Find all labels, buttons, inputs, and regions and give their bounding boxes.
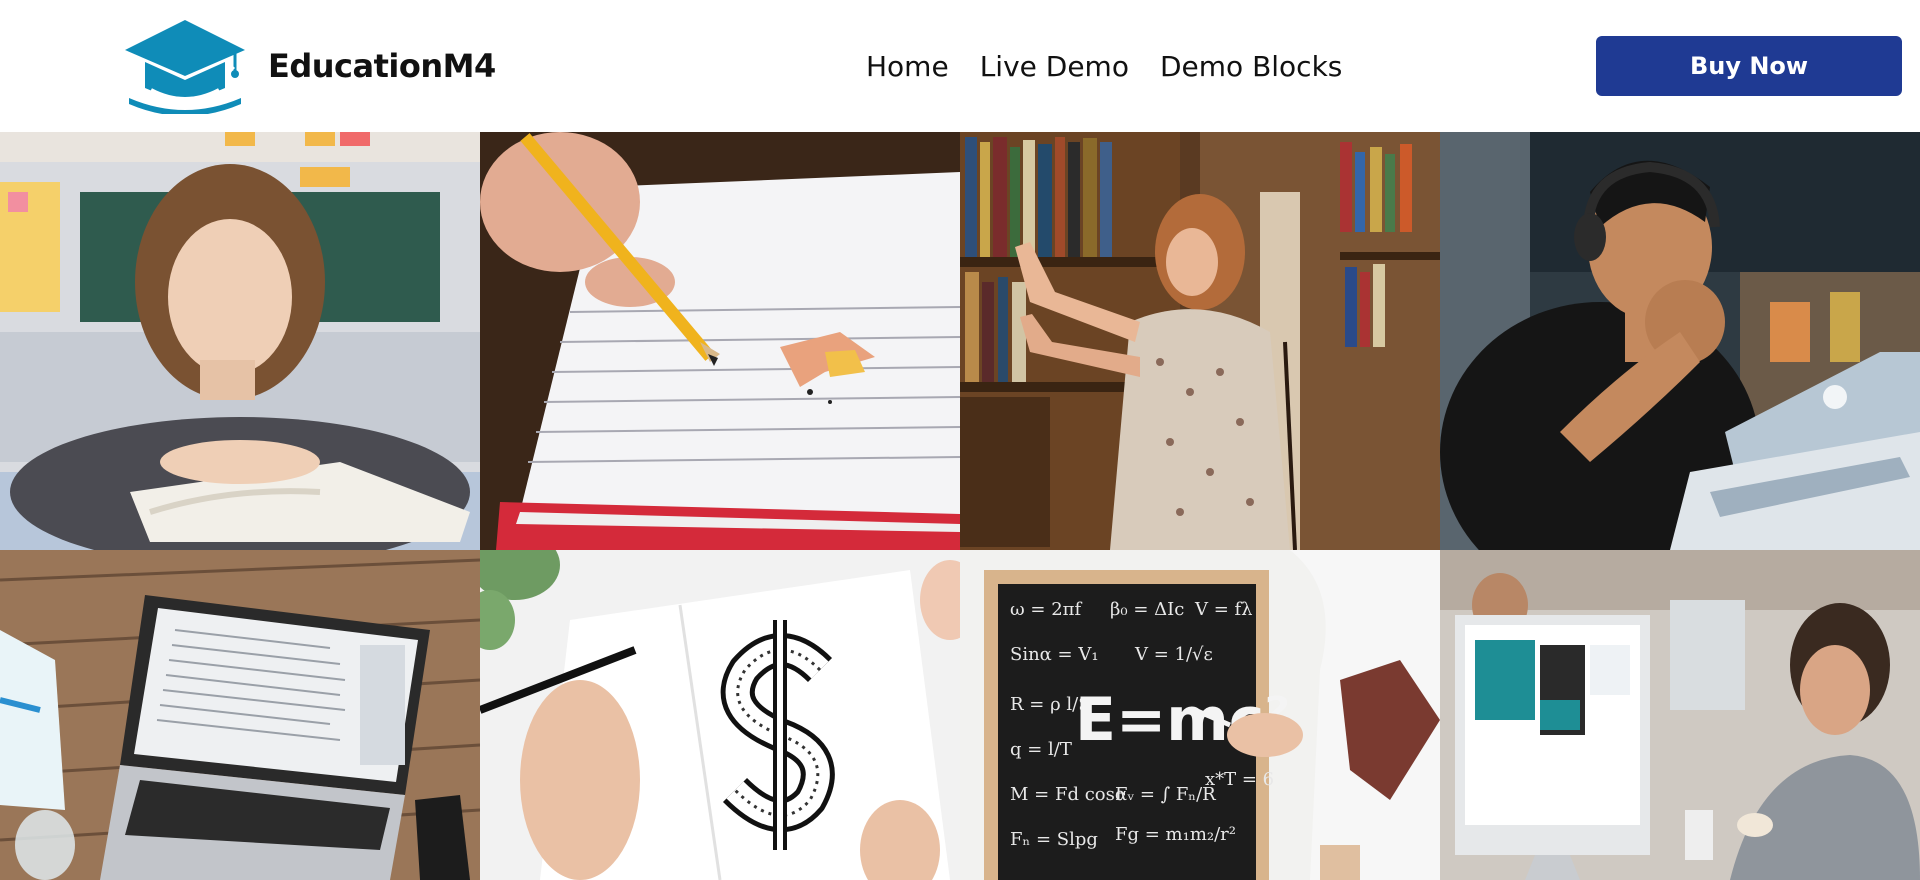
brand[interactable]: EducationM4 [123,18,496,114]
svg-text:V = 1/√ε: V = 1/√ε [1134,644,1213,665]
site-header: EducationM4 Home Live Demo Demo Blocks B… [0,0,1920,132]
svg-text:Fᵥ = ∫ Fₙ/R: Fᵥ = ∫ Fₙ/R [1115,784,1216,805]
svg-text:ω = 2πf: ω = 2πf [1010,599,1082,620]
svg-text:V = fλ: V = fλ [1194,599,1253,620]
hand-writing-with-pencil-photo [480,132,960,550]
buy-now-button[interactable]: Buy Now [1596,36,1902,96]
man-working-at-computer-office-photo [1440,550,1920,880]
graduation-cap-icon [125,20,245,114]
svg-text:Sinα = V₁: Sinα = V₁ [1010,644,1099,665]
photo-gallery: ω = 2πf β₀ = ΔIc V = fλ Sinα = V₁ V = 1/… [0,132,1920,880]
svg-text:M = Fd cosα: M = Fd cosα [1010,784,1127,805]
nav-live-demo[interactable]: Live Demo [980,50,1129,83]
woman-browsing-library-shelves-photo [960,132,1440,550]
nav-demo-blocks[interactable]: Demo Blocks [1160,50,1342,83]
svg-text:Fg = m₁m₂/r²: Fg = m₁m₂/r² [1115,824,1236,845]
nav-home[interactable]: Home [866,50,949,83]
main-nav: Home Live Demo Demo Blocks [866,44,1342,88]
man-with-headphones-at-laptop-photo [1440,132,1920,550]
student-resting-on-book-photo [0,132,480,550]
laptop-on-wooden-desk-photo [0,550,480,880]
brand-name: EducationM4 [268,47,496,85]
svg-text:β₀ = ΔIc: β₀ = ΔIc [1110,599,1184,620]
chalkboard-equations-photo: ω = 2πf β₀ = ΔIc V = fλ Sinα = V₁ V = 1/… [960,550,1440,880]
svg-text:x*T = 6: x*T = 6 [1205,769,1274,790]
svg-text:Fₙ = Slpg: Fₙ = Slpg [1010,829,1098,850]
hand-drawing-dollar-sign-photo [480,550,960,880]
svg-text:q = l/T: q = l/T [1010,739,1072,760]
